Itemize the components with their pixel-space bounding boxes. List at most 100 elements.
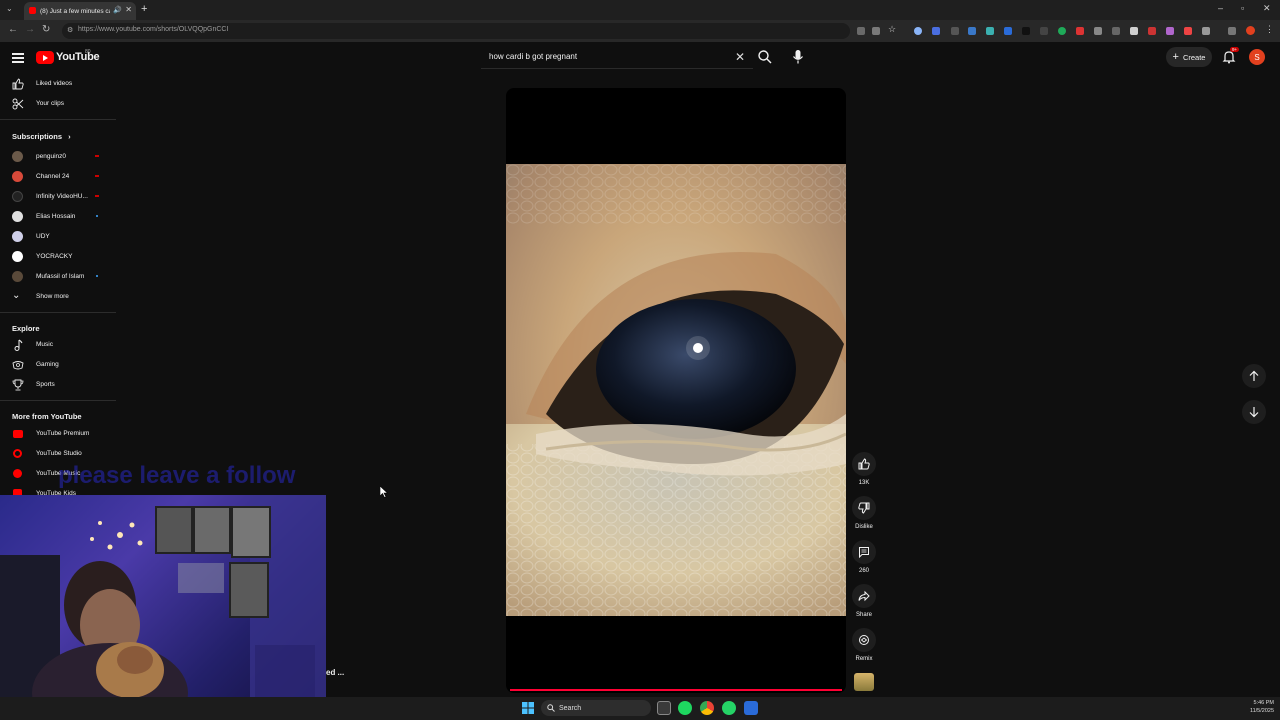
extension-13-icon[interactable] bbox=[1130, 27, 1138, 35]
window-close-icon[interactable]: ✕ bbox=[1263, 3, 1271, 14]
address-bar[interactable]: ⚙ https://www.youtube.com/shorts/OLVQQpG… bbox=[62, 23, 850, 39]
extension-4-icon[interactable] bbox=[968, 27, 976, 35]
whatsapp-icon[interactable] bbox=[722, 701, 736, 715]
sidebar-item-subscription[interactable]: Mufassil of Islam bbox=[0, 267, 116, 287]
share-arrow-icon bbox=[858, 590, 870, 602]
extension-11-icon[interactable] bbox=[1094, 27, 1102, 35]
profile-avatar-icon[interactable] bbox=[1246, 26, 1255, 35]
create-button[interactable]: + Create bbox=[1166, 47, 1212, 67]
maximize-icon[interactable]: ▫ bbox=[1241, 3, 1244, 13]
extension-5-icon[interactable] bbox=[986, 27, 994, 35]
chrome-icon[interactable] bbox=[700, 701, 714, 715]
extension-9-icon[interactable] bbox=[1058, 27, 1066, 35]
account-avatar[interactable]: S bbox=[1249, 49, 1265, 65]
channel-avatar bbox=[12, 231, 23, 242]
clear-search-icon[interactable]: ✕ bbox=[735, 50, 745, 64]
sidebar: Liked videos Your clips Subscriptions › … bbox=[0, 74, 116, 504]
search-icon[interactable] bbox=[757, 49, 773, 65]
sound-thumbnail[interactable] bbox=[854, 673, 874, 691]
dislike-button[interactable] bbox=[852, 496, 876, 520]
channel-name: Channel 24 bbox=[36, 173, 70, 180]
sidebar-item-subscription[interactable]: Elias Hossain bbox=[0, 207, 116, 227]
hamburger-menu-icon[interactable] bbox=[12, 53, 24, 63]
comments-button[interactable] bbox=[852, 540, 876, 564]
share-button[interactable] bbox=[852, 584, 876, 608]
sidebar-item-gaming[interactable]: Gaming bbox=[0, 355, 116, 375]
extension-12-icon[interactable] bbox=[1112, 27, 1120, 35]
sidebar-item-youtube-premium[interactable]: YouTube Premium bbox=[0, 424, 116, 444]
live-indicator-icon bbox=[95, 195, 99, 197]
windows-start-icon[interactable] bbox=[522, 702, 534, 714]
speaker-icon[interactable]: 🔊 bbox=[113, 6, 122, 14]
sidebar-item-label: Sports bbox=[36, 381, 55, 388]
thumbs-down-icon bbox=[858, 502, 870, 514]
extension-8-icon[interactable] bbox=[1040, 27, 1048, 35]
plus-icon: + bbox=[1172, 51, 1179, 63]
sidebar-item-liked-videos[interactable]: Liked videos bbox=[0, 74, 116, 94]
thumbs-up-icon bbox=[12, 78, 24, 90]
extension-3-icon[interactable] bbox=[951, 27, 959, 35]
channel-avatar bbox=[12, 251, 23, 262]
short-video-player[interactable] bbox=[506, 88, 846, 693]
reload-icon[interactable]: ↻ bbox=[42, 24, 50, 35]
reptile-eye-video-frame bbox=[506, 164, 846, 616]
extension-6-icon[interactable] bbox=[1004, 27, 1012, 35]
spotify-icon[interactable] bbox=[678, 701, 692, 715]
sidebar-item-subscription[interactable]: Infinity VideoHU... bbox=[0, 187, 116, 207]
sidebar-item-label: Gaming bbox=[36, 361, 59, 368]
sidebar-item-label: Music bbox=[36, 341, 53, 348]
sidebar-item-subscription[interactable]: Channel 24 bbox=[0, 167, 116, 187]
extension-7-icon[interactable] bbox=[1022, 27, 1030, 35]
side-panel-icon[interactable] bbox=[1228, 27, 1236, 35]
search-input[interactable] bbox=[489, 52, 729, 61]
forward-icon[interactable]: → bbox=[25, 24, 35, 35]
subscriptions-heading[interactable]: Subscriptions › bbox=[12, 132, 71, 141]
extension-1-icon[interactable] bbox=[914, 27, 922, 35]
taskbar-search-box[interactable]: Search bbox=[541, 700, 651, 716]
sidebar-item-music[interactable]: Music bbox=[0, 335, 116, 355]
sidebar-item-subscription[interactable]: penguinz0 bbox=[0, 147, 116, 167]
youtube-logo-text[interactable]: YouTube bbox=[56, 51, 100, 63]
sidebar-item-subscription[interactable]: UDY bbox=[0, 227, 116, 247]
new-content-dot-icon bbox=[96, 215, 98, 217]
next-short-button[interactable] bbox=[1242, 400, 1266, 424]
remix-button[interactable] bbox=[852, 628, 876, 652]
notifications-bell-icon[interactable] bbox=[1222, 50, 1236, 64]
back-icon[interactable]: ← bbox=[8, 24, 18, 35]
show-more-button[interactable]: ⌄ Show more bbox=[0, 287, 116, 307]
minimize-icon[interactable]: – bbox=[1218, 3, 1223, 13]
youtube-logo-icon[interactable] bbox=[36, 51, 54, 64]
sidebar-item-youtube-studio[interactable]: YouTube Studio bbox=[0, 444, 116, 464]
previous-short-button[interactable] bbox=[1242, 364, 1266, 388]
extension-15-icon[interactable] bbox=[1166, 27, 1174, 35]
video-progress-bar[interactable] bbox=[510, 689, 842, 691]
extension-2-icon[interactable] bbox=[932, 27, 940, 35]
site-info-icon[interactable]: ⚙ bbox=[67, 26, 73, 34]
browser-tab-youtube[interactable]: (8) Just a few minutes can ! 🔊 ✕ bbox=[24, 2, 136, 20]
browser-menu-icon[interactable]: ⋮ bbox=[1265, 24, 1274, 35]
steam-icon[interactable] bbox=[744, 701, 758, 715]
translate-icon[interactable] bbox=[872, 27, 880, 35]
bookmark-star-icon[interactable]: ☆ bbox=[888, 24, 896, 35]
close-tab-icon[interactable]: ✕ bbox=[125, 5, 132, 14]
sidebar-item-subscription[interactable]: YOCRACKY bbox=[0, 247, 116, 267]
sidebar-item-your-clips[interactable]: Your clips bbox=[0, 94, 116, 114]
channel-avatar bbox=[12, 171, 23, 182]
taskbar-clock[interactable]: 5:46 PM 11/5/2025 bbox=[1230, 700, 1274, 715]
sidebar-item-sports[interactable]: Sports bbox=[0, 375, 116, 395]
chevron-down-icon: ⌄ bbox=[12, 290, 21, 301]
youtube-header: YouTube 80 ✕ + Create 9+ S bbox=[0, 42, 1280, 74]
extensions-puzzle-icon[interactable] bbox=[1202, 27, 1210, 35]
task-view-icon[interactable] bbox=[657, 701, 671, 715]
youtube-studio-icon bbox=[13, 449, 22, 458]
like-count: 13K bbox=[858, 480, 870, 486]
extension-14-icon[interactable] bbox=[1148, 27, 1156, 35]
cast-icon[interactable] bbox=[857, 27, 865, 35]
extension-10-icon[interactable] bbox=[1076, 27, 1084, 35]
tab-list-icon[interactable]: ⌄ bbox=[6, 4, 13, 13]
create-label: Create bbox=[1182, 52, 1206, 62]
new-tab-button[interactable]: + bbox=[141, 3, 147, 15]
like-button[interactable] bbox=[852, 452, 876, 476]
microphone-icon[interactable] bbox=[791, 49, 805, 65]
extension-16-icon[interactable] bbox=[1184, 27, 1192, 35]
